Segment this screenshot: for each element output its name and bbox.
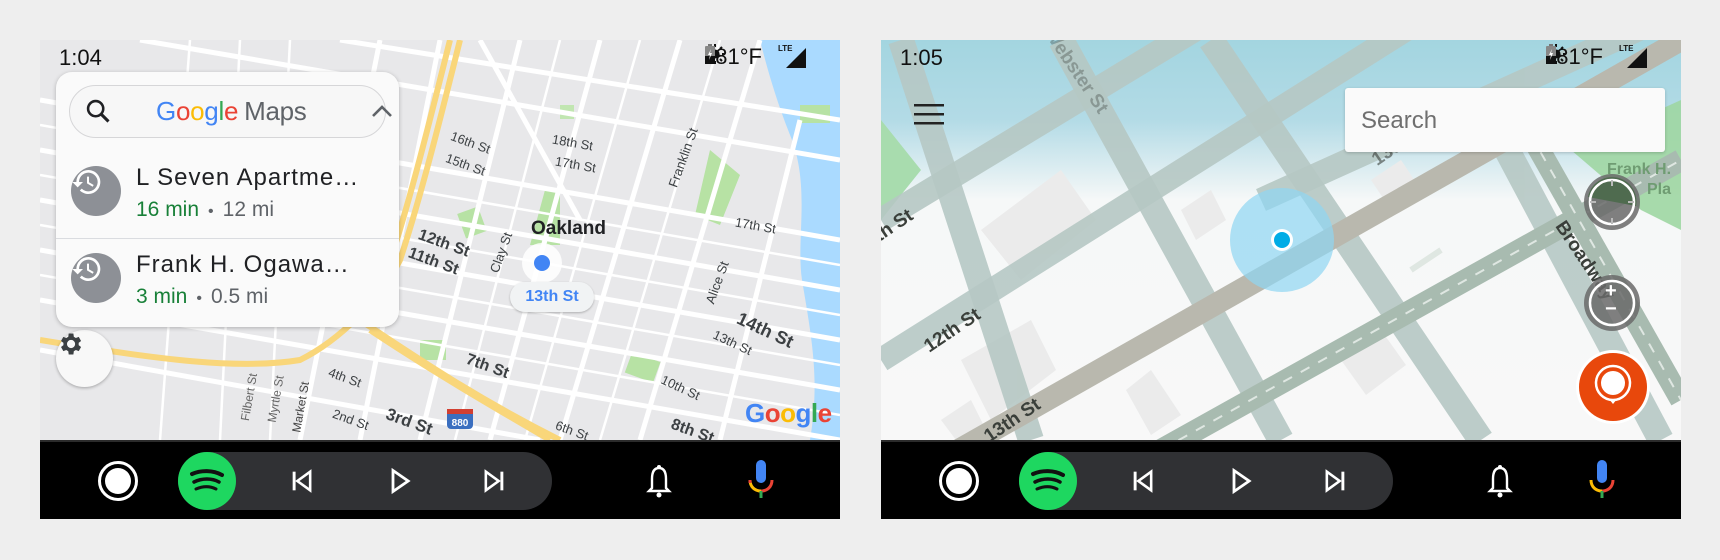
google-maps-card: Google Maps L Seven Apartme… 16 min • 12 mi… (56, 72, 399, 327)
recent-destination-item[interactable]: L Seven Apartme… 16 min • 12 mi (56, 152, 399, 238)
home-circle-icon (946, 468, 972, 494)
highway-880-shield: 880 (447, 409, 473, 429)
logo-letter: g (204, 96, 219, 126)
separator: • (196, 290, 202, 307)
history-icon (71, 253, 121, 303)
watermark-letter: g (795, 398, 812, 428)
recent-destination-item[interactable]: Frank H. Ogawa… 3 min • 0.5 mi (56, 239, 399, 325)
eta: 16 min (136, 198, 200, 221)
map-view[interactable]: 12th St 13th St Broadway 13th Webster St… (881, 40, 1681, 440)
home-circle-icon (105, 468, 131, 494)
google-maps-logo: Google Maps (156, 96, 307, 126)
logo-letter: G (156, 96, 176, 126)
current-street-pill[interactable]: 13th St (510, 282, 594, 312)
map-view[interactable]: 880 16th St 15th St 18th St 17th St Fran… (40, 40, 840, 440)
spotify-button[interactable] (178, 452, 236, 510)
hamburger-menu-icon[interactable] (914, 102, 944, 126)
svg-text:880: 880 (452, 418, 469, 429)
microphone-icon[interactable] (746, 459, 776, 501)
destination-title: Frank H. Ogawa… (136, 251, 350, 278)
destination-title: L Seven Apartme… (136, 164, 360, 191)
search-placeholder: Search (1361, 107, 1438, 134)
search-input[interactable]: Search (1345, 88, 1665, 152)
current-location-dot (1274, 232, 1290, 248)
history-icon (71, 166, 121, 216)
android-auto-nav-bar (881, 440, 1681, 519)
watermark-letter: l (810, 398, 818, 428)
skip-next-icon[interactable] (480, 467, 508, 495)
android-auto-screen-google-maps: 880 16th St 15th St 18th St 17th St Fran… (40, 40, 840, 519)
spotify-button[interactable] (1019, 452, 1077, 510)
settings-button[interactable] (56, 330, 113, 387)
eta: 3 min (136, 285, 188, 308)
compass-button[interactable] (1583, 173, 1641, 231)
watermark-letter: o (780, 398, 796, 428)
android-auto-screen-waze: 12th St 13th St Broadway 13th Webster St… (881, 40, 1681, 519)
spotify-icon (1030, 467, 1066, 495)
status-bar: 1:04 81°F LTE (40, 40, 840, 72)
play-icon[interactable] (386, 467, 414, 495)
clock: 1:05 (900, 45, 943, 70)
search-bar[interactable]: Google Maps (69, 85, 392, 138)
bell-icon[interactable] (646, 464, 672, 498)
skip-next-icon[interactable] (1321, 467, 1349, 495)
report-button[interactable] (1574, 348, 1652, 426)
logo-letter: o (175, 96, 191, 126)
android-auto-nav-bar (40, 440, 840, 519)
play-icon[interactable] (1227, 467, 1255, 495)
spotify-icon (189, 467, 225, 495)
watermark-letter: o (764, 398, 781, 428)
home-button[interactable] (939, 461, 979, 501)
current-location-dot (534, 255, 550, 271)
separator: • (208, 203, 214, 220)
distance: 0.5 mi (210, 285, 269, 308)
zoom-button[interactable]: + − (1583, 261, 1641, 331)
bell-icon[interactable] (1487, 464, 1513, 498)
signal-icon: LTE (778, 44, 806, 68)
logo-letter: e (223, 96, 239, 126)
distance: 12 mi (222, 198, 274, 221)
logo-letter: o (190, 96, 205, 126)
microphone-icon[interactable] (1587, 459, 1617, 501)
watermark-letter: G (745, 398, 765, 428)
clock: 1:04 (59, 45, 102, 70)
zoom-out-label[interactable]: − (1605, 298, 1617, 321)
home-button[interactable] (98, 461, 138, 501)
google-watermark: Google (745, 398, 832, 429)
city-label: Oakland (531, 218, 606, 239)
signal-icon: LTE (1619, 44, 1647, 68)
watermark-letter: e (817, 398, 832, 428)
skip-previous-icon[interactable] (1129, 467, 1157, 495)
status-bar: 1:05 81°F LTE (881, 40, 1681, 72)
skip-previous-icon[interactable] (288, 467, 316, 495)
